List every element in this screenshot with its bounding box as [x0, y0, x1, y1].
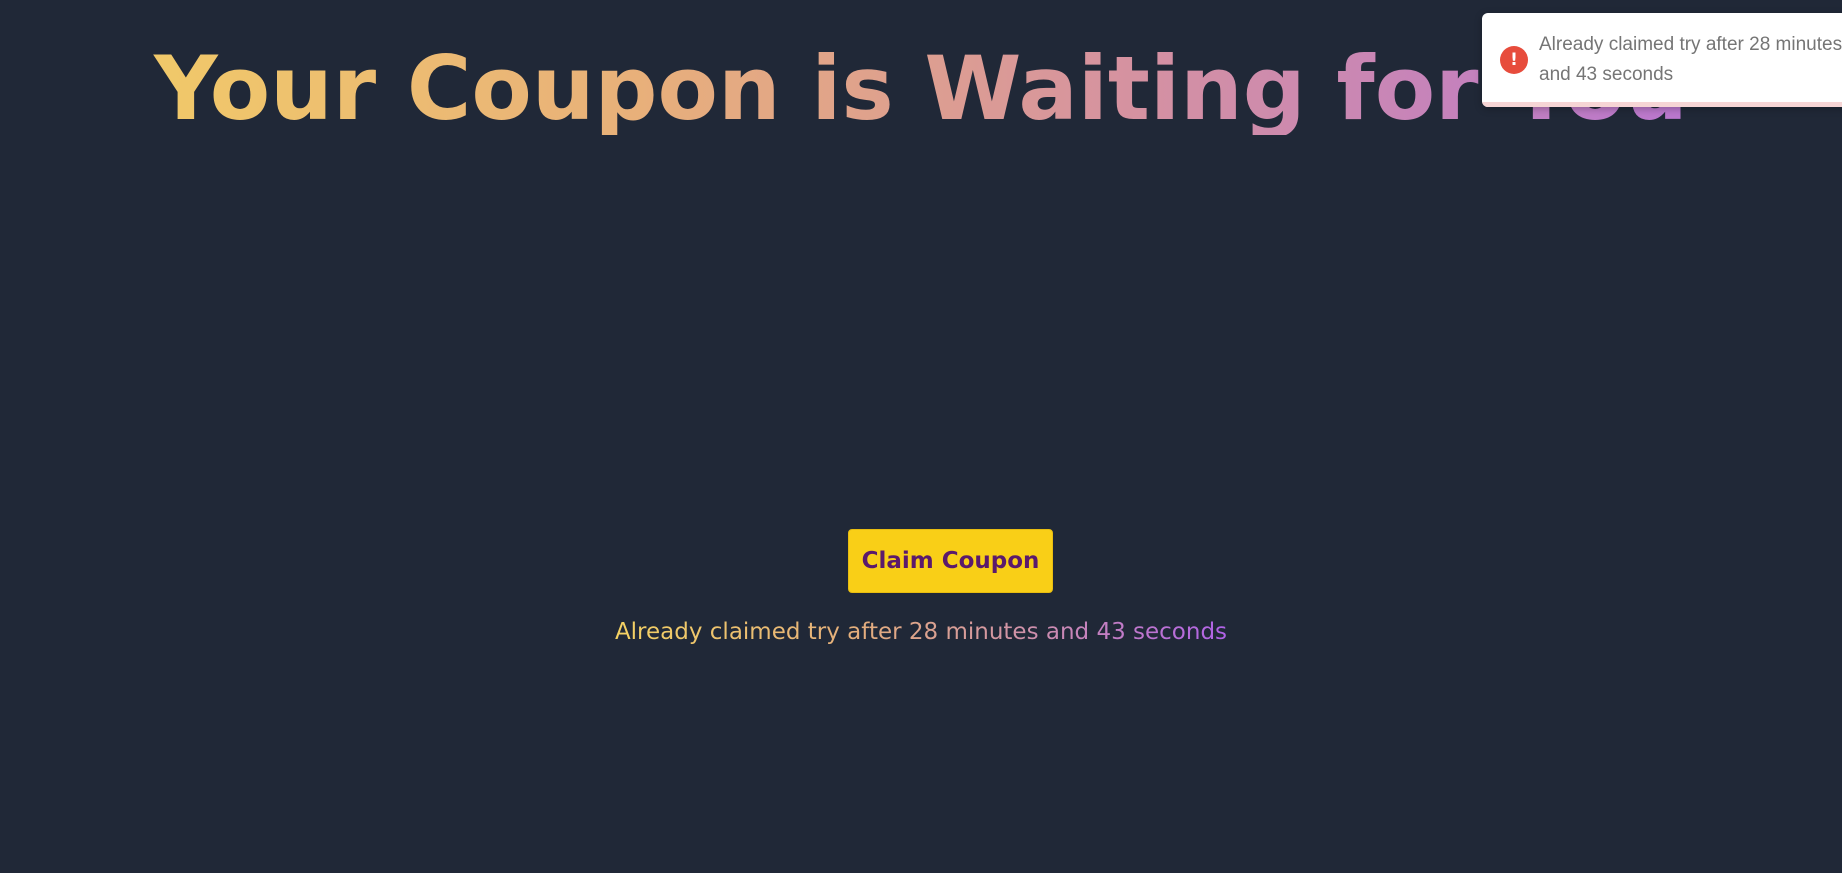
cooldown-status-message: Already claimed try after 28 minutes and… — [0, 614, 1842, 650]
coupon-page: Your Coupon is Waiting for You Claim Cou… — [0, 0, 1842, 873]
toast-progress-bar — [1482, 102, 1842, 107]
toast-message: Already claimed try after 28 minutes and… — [1539, 34, 1842, 85]
claim-coupon-button[interactable]: Claim Coupon — [848, 529, 1053, 593]
exclamation-icon: ! — [1500, 46, 1528, 74]
error-toast[interactable]: ! Already claimed try after 28 minutes a… — [1482, 13, 1842, 107]
cooldown-status-text: Already claimed try after 28 minutes and… — [614, 619, 1228, 645]
toast-progress-fill — [1482, 102, 1842, 107]
